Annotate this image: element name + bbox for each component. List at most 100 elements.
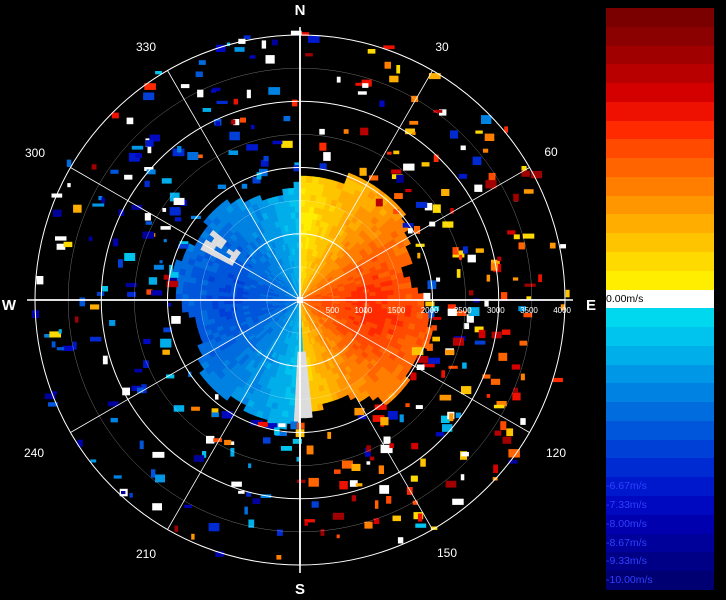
echo-gate [426, 343, 433, 351]
echo-gate [417, 293, 425, 301]
echo-gate [387, 289, 395, 296]
echo-gate [252, 498, 261, 504]
echo-gate [177, 146, 182, 153]
echo-gate [171, 316, 181, 324]
scale-entry: -3.33m/s [606, 383, 726, 403]
echo-gate [151, 290, 163, 296]
echo-gate [263, 437, 271, 444]
echo-gate [163, 274, 169, 280]
echo-gate [230, 447, 235, 457]
echo-gate [441, 189, 450, 196]
echo-gate [251, 124, 255, 130]
echo-gate [148, 277, 158, 285]
echo-gate [341, 460, 353, 469]
echo-gate [474, 340, 486, 345]
echo-gate [520, 418, 526, 425]
echo-gate [239, 117, 246, 123]
echo-gate [405, 403, 410, 408]
echo-gate [287, 411, 295, 419]
compass-south-label: S [295, 581, 305, 598]
echo-gate [280, 416, 289, 424]
echo-gate [442, 221, 454, 228]
echo-gate [249, 55, 256, 59]
echo-gate [152, 503, 162, 511]
echo-gate [524, 283, 536, 287]
echo-gate [310, 398, 317, 406]
echo-gate [263, 156, 269, 162]
radar-ppi-display[interactable]: N E S W 30 60 120 150 210 240 300 330 500 1000 1500 200… [0, 0, 600, 600]
echo-gate [92, 203, 105, 207]
echo-gate [379, 100, 385, 107]
scale-label: -1.33m/s [606, 330, 647, 343]
scale-label: 0.67m/s [606, 273, 644, 286]
echo-gate [513, 193, 519, 202]
echo-gate [305, 405, 313, 413]
echo-gate [187, 293, 195, 301]
echo-gate [411, 293, 419, 301]
echo-gate [162, 349, 170, 355]
echo-gate [191, 406, 200, 411]
echo-gate [187, 299, 195, 307]
echo-gate [284, 206, 292, 214]
echo-gate [287, 405, 295, 413]
echo-gate [417, 252, 421, 259]
echo-gate [462, 246, 468, 254]
echo-gate [193, 294, 201, 301]
echo-gate [181, 305, 189, 313]
echo-gate [482, 148, 489, 153]
echo-gate [305, 175, 314, 183]
echo-gate [435, 432, 445, 437]
echo-gate [261, 40, 267, 49]
echo-gate [387, 151, 392, 155]
echo-gate [180, 84, 190, 89]
bearing-label-210: 210 [136, 547, 156, 561]
echo-gate [304, 193, 312, 201]
echo-gate [134, 368, 143, 373]
bearing-label-120: 120 [546, 446, 566, 460]
echo-gate [208, 523, 220, 532]
echo-gate [403, 163, 415, 171]
scale-entry: 5.33m/s [606, 139, 726, 159]
echo-gate [522, 233, 535, 239]
echo-gate [565, 289, 570, 298]
echo-gate [283, 116, 291, 122]
echo-gate [187, 152, 199, 160]
echo-gate [405, 305, 413, 313]
echo-gate [58, 329, 62, 334]
echo-gate [389, 75, 399, 83]
scale-label: 8.67m/s [606, 48, 644, 61]
echo-gate [310, 404, 318, 412]
echo-gate [304, 521, 308, 526]
echo-gate [416, 201, 428, 208]
range-label-1000: 1000 [354, 306, 372, 315]
scale-entry: -9.33m/s [606, 552, 726, 572]
echo-gate [439, 394, 452, 401]
echo-gate [523, 189, 534, 194]
echo-gate [409, 120, 419, 125]
echo-gate [399, 288, 407, 296]
scale-entry: -8.67m/s [606, 533, 726, 553]
echo-gate [506, 428, 514, 437]
echo-gate [304, 387, 311, 395]
range-label-2500: 2500 [454, 306, 472, 315]
range-label-4000: 4000 [553, 306, 571, 315]
echo-gate [460, 474, 465, 481]
echo-gate [502, 329, 511, 335]
range-label-2000: 2000 [421, 306, 439, 315]
scale-entry: 4.00m/s [606, 176, 726, 197]
scale-label: -2.67m/s [606, 367, 647, 380]
echo-gate [187, 305, 195, 313]
echo-gate [486, 274, 491, 282]
echo-gate [507, 230, 516, 235]
echo-gate [498, 352, 508, 361]
scale-entry: 8.67m/s [606, 45, 726, 65]
echo-gate [373, 518, 380, 525]
echo-gate [411, 305, 419, 313]
echo-gate [181, 293, 189, 301]
echo-gate [293, 181, 301, 189]
echo-gate [110, 169, 119, 174]
range-label-500: 500 [326, 306, 340, 315]
bearing-label-60: 60 [544, 145, 558, 159]
echo-gate [216, 100, 228, 104]
echo-gate [221, 411, 233, 419]
